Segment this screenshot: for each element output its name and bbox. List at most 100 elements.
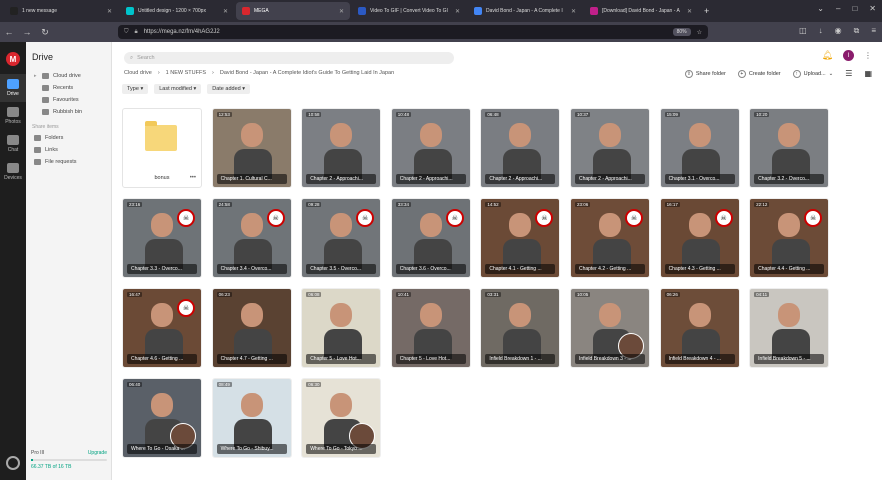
- breadcrumb-item[interactable]: David Bond - Japan - A Complete Idiot's …: [220, 70, 394, 76]
- file-card[interactable]: ☠ 22:12 Chapter 4.4 - Getting ...: [749, 198, 830, 278]
- close-window-icon[interactable]: ✕: [869, 4, 876, 13]
- breadcrumb-separator: ›: [212, 70, 214, 76]
- shield-icon[interactable]: ⛉: [124, 29, 129, 36]
- sidebar-item-recents[interactable]: Recents: [26, 82, 111, 94]
- file-card[interactable]: 06:30 Where To Go - Tokyo ...: [301, 378, 382, 458]
- file-card[interactable]: 08:49 Where To Go - Shibuy...: [211, 378, 292, 458]
- file-card[interactable]: 04:11 Infield Breakdown 5 - ...: [749, 288, 830, 368]
- browser-tab[interactable]: Video To GIF | Convert Video To GI ✕: [352, 2, 466, 20]
- pocket-icon[interactable]: ◫: [799, 26, 807, 36]
- share-folder-label: Share folder: [695, 70, 726, 77]
- new-tab-button[interactable]: +: [698, 6, 715, 16]
- file-card[interactable]: 03:31 Infield Breakdown 1 - ...: [480, 288, 561, 368]
- more-menu-icon[interactable]: ⋮: [864, 51, 872, 60]
- file-card[interactable]: 12:53 Chapter 1. Cultural C...: [211, 108, 292, 188]
- close-tab-icon[interactable]: ✕: [339, 8, 344, 15]
- search-placeholder: Search: [137, 55, 155, 61]
- sync-icon[interactable]: [6, 456, 20, 470]
- sidebar-item-rubbish-bin[interactable]: Rubbish bin: [26, 106, 111, 118]
- menu-icon[interactable]: ≡: [871, 26, 876, 36]
- browser-tab[interactable]: 1 new message ✕: [4, 2, 118, 20]
- bookmark-star-icon[interactable]: ☆: [697, 29, 702, 36]
- file-card[interactable]: ☠ 33:34 Chapter 3.6 - Overco...: [390, 198, 471, 278]
- expand-arrow-icon[interactable]: ▸: [34, 73, 38, 79]
- file-card[interactable]: 06:48 Chapter 2 - Approachi...: [480, 108, 561, 188]
- search-input[interactable]: ⌕ Search: [124, 52, 454, 64]
- extensions-icon[interactable]: ⧉: [854, 26, 860, 36]
- url-text[interactable]: https://mega.nz/fm/4hAG2J2: [144, 29, 667, 35]
- file-card[interactable]: ☠ 14:52 Chapter 4.1 - Getting ...: [480, 198, 561, 278]
- filter-date-added[interactable]: Date added ▾: [207, 84, 250, 94]
- tab-list-icon[interactable]: ⌄: [817, 4, 824, 13]
- file-card[interactable]: ☠ 09:28 Chapter 3.5 - Overco...: [301, 198, 382, 278]
- close-tab-icon[interactable]: ✕: [223, 8, 228, 15]
- rail-item-drive[interactable]: Drive: [0, 74, 26, 102]
- rail-item-label: Devices: [4, 175, 22, 181]
- create-folder-button[interactable]: + Create folder: [737, 69, 781, 78]
- maximize-icon[interactable]: □: [852, 4, 857, 13]
- close-tab-icon[interactable]: ✕: [687, 8, 692, 15]
- video-duration: 15:09: [664, 112, 680, 117]
- upload-button[interactable]: ↑ Upload... ⌄: [792, 69, 833, 78]
- back-icon[interactable]: ←: [0, 27, 18, 37]
- file-card[interactable]: 10:05 Infield Breakdown 3 - ...: [569, 288, 650, 368]
- file-card[interactable]: ☠ 23:06 Chapter 4.2 - Getting ...: [569, 198, 650, 278]
- address-bar[interactable]: ⛉ 🔒︎ https://mega.nz/fm/4hAG2J2 80% ☆: [118, 25, 708, 39]
- lock-icon[interactable]: 🔒︎: [135, 29, 138, 36]
- notification-bell-icon[interactable]: 🔔︎: [822, 50, 833, 61]
- file-card[interactable]: ☠ 16:47 Chapter 4.6 - Getting ...: [122, 288, 202, 368]
- sidebar-item-links[interactable]: Links: [26, 144, 111, 156]
- sidebar-item-favourites[interactable]: Favourites: [26, 94, 111, 106]
- file-card[interactable]: 15:09 Chapter 3.1 - Overco...: [659, 108, 740, 188]
- file-card[interactable]: ☠ 16:17 Chapter 4.3 - Getting ...: [659, 198, 740, 278]
- rail-item-devices[interactable]: Devices: [0, 158, 26, 186]
- mega-logo[interactable]: M: [6, 52, 20, 66]
- sidebar-item-folders[interactable]: Folders: [26, 132, 111, 144]
- browser-tab[interactable]: David Bond - Japan - A Complete I ✕: [468, 2, 582, 20]
- breadcrumb-item[interactable]: 1 NEW STUFFS: [166, 70, 206, 76]
- file-card[interactable]: ☠ 24:58 Chapter 3.4 - Overco...: [211, 198, 292, 278]
- zoom-level[interactable]: 80%: [672, 28, 691, 36]
- grid-view-icon[interactable]: ▦: [864, 69, 872, 78]
- file-card[interactable]: 06:26 Infield Breakdown 4 - ...: [659, 288, 740, 368]
- browser-tab[interactable]: [Download] David Bond - Japan - A ✕: [584, 2, 698, 20]
- sidebar-item-cloud-drive[interactable]: ▸ Cloud drive: [26, 70, 111, 82]
- storage-meter[interactable]: Pro III Upgrade 66.37 TB of 16 TB: [31, 450, 107, 470]
- file-card[interactable]: 10:20 Chapter 3.2 - Overco...: [749, 108, 830, 188]
- reload-icon[interactable]: ↻: [36, 27, 54, 38]
- account-icon[interactable]: ◉: [835, 26, 842, 36]
- file-card[interactable]: 06:23 Chapter 4.7 - Getting ...: [211, 288, 292, 368]
- presenter-figure: [503, 123, 542, 180]
- filter-last-modified[interactable]: Last modified ▾: [154, 84, 202, 94]
- file-card[interactable]: 10:58 Chapter 2 - Approachi...: [301, 108, 382, 188]
- file-name: Infield Breakdown 1 - ...: [485, 354, 556, 364]
- rail-item-chat[interactable]: Chat: [0, 130, 26, 158]
- file-card[interactable]: ☠ 23:16 Chapter 3.3 - Overco...: [122, 198, 202, 278]
- list-view-icon[interactable]: ☰: [845, 69, 852, 78]
- file-card[interactable]: 10:41 Chapter 5 - Love Hot...: [390, 288, 471, 368]
- rail-item-photos[interactable]: Photos: [0, 102, 26, 130]
- file-name: Chapter 4.4 - Getting ...: [754, 264, 825, 274]
- minimize-icon[interactable]: –: [836, 4, 840, 13]
- presenter-figure: [234, 123, 273, 180]
- browser-tab[interactable]: Untitled design - 1200 × 700px ✕: [120, 2, 234, 20]
- close-tab-icon[interactable]: ✕: [455, 8, 460, 15]
- file-card[interactable]: 06:40 Where To Go - Osaka ...: [122, 378, 202, 458]
- sidebar-item-file-requests[interactable]: File requests: [26, 156, 111, 168]
- close-tab-icon[interactable]: ✕: [571, 8, 576, 15]
- folder-card[interactable]: bonus •••: [122, 108, 202, 188]
- close-tab-icon[interactable]: ✕: [107, 8, 112, 15]
- file-card[interactable]: 06:08 Chapter 5 - Love Hot...: [301, 288, 382, 368]
- filter-type[interactable]: Type ▾: [122, 84, 149, 94]
- downloads-icon[interactable]: ↓: [819, 26, 823, 36]
- breadcrumb-item[interactable]: Cloud drive: [124, 70, 152, 76]
- file-card[interactable]: 10:37 Chapter 2 - Approachi...: [569, 108, 650, 188]
- upgrade-link[interactable]: Upgrade: [88, 450, 107, 456]
- share-folder-button[interactable]: ⇪ Share folder: [684, 69, 726, 78]
- forward-icon[interactable]: →: [18, 27, 36, 37]
- file-card[interactable]: 10:48 Chapter 2 - Approachi...: [390, 108, 471, 188]
- browser-tab[interactable]: MEGA ✕: [236, 2, 350, 20]
- avatar[interactable]: I: [843, 50, 854, 61]
- presenter-head: [419, 123, 442, 148]
- more-options-icon[interactable]: •••: [190, 175, 196, 181]
